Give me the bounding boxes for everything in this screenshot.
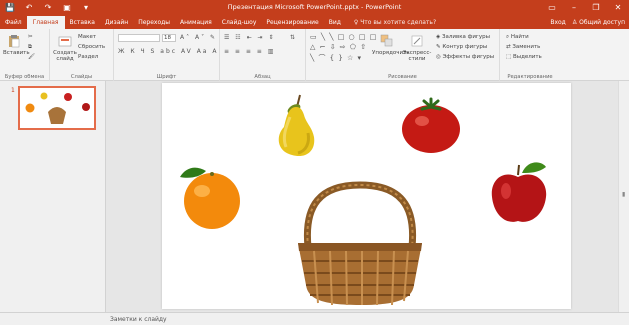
font-name-field[interactable] bbox=[118, 34, 160, 42]
close-button[interactable]: ✕ bbox=[607, 0, 629, 16]
shape-effects-button[interactable]: ◎ Эффекты фигуры bbox=[436, 54, 494, 60]
tab-animations[interactable]: Анимация bbox=[175, 16, 217, 29]
group-label: Редактирование bbox=[507, 74, 553, 80]
paste-button[interactable]: Вставить bbox=[3, 34, 30, 56]
slide-canvas[interactable] bbox=[162, 83, 571, 309]
group-label: Слайды bbox=[70, 74, 93, 80]
tab-review[interactable]: Рецензирование bbox=[261, 16, 323, 29]
group-label: Буфер обмена bbox=[4, 74, 45, 80]
arrange-button[interactable]: Упорядочить bbox=[372, 34, 410, 56]
pear-image[interactable] bbox=[270, 93, 322, 159]
font-grow-shrink-icons[interactable]: A˄ A˅ ✎ bbox=[180, 34, 217, 41]
reset-button[interactable]: Сбросить bbox=[78, 44, 105, 50]
tab-file[interactable]: Файл bbox=[0, 16, 27, 29]
group-label: Шрифт bbox=[156, 74, 177, 80]
window-controls: ▭ – ❐ ✕ bbox=[541, 0, 629, 16]
maximize-button[interactable]: ❐ bbox=[585, 0, 607, 16]
slide-thumbnails-pane: 1 bbox=[0, 81, 106, 312]
tab-design[interactable]: Дизайн bbox=[100, 16, 133, 29]
layout-button[interactable]: Макет bbox=[78, 34, 96, 40]
arrange-icon bbox=[380, 34, 393, 47]
sign-in-link[interactable]: Вход bbox=[550, 16, 566, 29]
scroll-thumb[interactable]: ▮ bbox=[622, 191, 627, 201]
paste-icon bbox=[9, 35, 20, 48]
notes-placeholder: Заметки к слайду bbox=[110, 316, 167, 323]
title-bar: 💾 ↶ ↷ ▣ ▾ Презентация Microsoft PowerPoi… bbox=[0, 0, 629, 16]
new-slide-button[interactable]: Создать слайд bbox=[53, 34, 77, 62]
find-button[interactable]: ⌕ Найти bbox=[506, 34, 529, 41]
thumbnail-preview bbox=[25, 92, 90, 124]
tab-home[interactable]: Главная bbox=[26, 16, 65, 29]
section-button[interactable]: Раздел bbox=[78, 54, 98, 60]
format-painter-icon[interactable]: 🖌 bbox=[28, 54, 35, 60]
group-font: 18 A˄ A˅ ✎ Ж К Ч S abc AV Aa A Шрифт bbox=[114, 29, 220, 81]
minimize-button[interactable]: – bbox=[563, 0, 585, 16]
group-slides: Создать слайд Макет Сбросить Раздел Слай… bbox=[50, 29, 114, 81]
select-button[interactable]: ⬚ Выделить bbox=[506, 54, 542, 60]
ribbon: Вставить ✂ ⧉ 🖌 Буфер обмена Создать слай… bbox=[0, 29, 629, 81]
new-slide-icon bbox=[58, 36, 72, 47]
group-label: Абзац bbox=[254, 74, 271, 80]
tab-transitions[interactable]: Переходы bbox=[133, 16, 175, 29]
font-style-buttons[interactable]: Ж К Ч S abc AV Aa A bbox=[118, 48, 219, 55]
group-editing: ⌕ Найти ⇄ Заменить ⬚ Выделить Редактиров… bbox=[500, 29, 560, 81]
apple-image[interactable] bbox=[488, 157, 550, 227]
group-label: Рисование bbox=[388, 74, 417, 80]
shapes-gallery-row2[interactable]: △ ⌐ ⇩ ⇨ ⬠ ⇧ bbox=[310, 43, 367, 51]
ribbon-display-options-icon[interactable]: ▭ bbox=[541, 0, 563, 16]
tab-insert[interactable]: Вставка bbox=[65, 16, 100, 29]
text-direction-icon[interactable]: ⇅ bbox=[290, 34, 297, 41]
tell-me-search[interactable]: ♀ Что вы хотите сделать? bbox=[346, 16, 436, 29]
quick-styles-icon bbox=[411, 35, 423, 47]
shape-fill-button[interactable]: ◈ Заливка фигуры bbox=[436, 34, 490, 40]
ribbon-tabs: Файл Главная Вставка Дизайн Переходы Ани… bbox=[0, 16, 629, 29]
orange-image[interactable] bbox=[176, 161, 242, 231]
font-size-field[interactable]: 18 bbox=[162, 34, 176, 42]
list-buttons[interactable]: ☰ ☷ ⇤ ⇥ ⇕ bbox=[224, 34, 275, 41]
cut-icon[interactable]: ✂ bbox=[28, 34, 33, 40]
group-drawing: ▭ ╲ ╲ □ ○ □ □ △ ⌐ ⇩ ⇨ ⬠ ⇧ ╲ ⌒ { } ☆ ▾ Уп… bbox=[306, 29, 500, 81]
shapes-gallery[interactable]: ▭ ╲ ╲ □ ○ □ □ bbox=[310, 33, 377, 41]
notes-pane[interactable]: Заметки к слайду bbox=[0, 312, 629, 325]
shapes-gallery-row3[interactable]: ╲ ⌒ { } ☆ ▾ bbox=[310, 53, 362, 63]
replace-button[interactable]: ⇄ Заменить bbox=[506, 44, 540, 50]
vertical-scrollbar[interactable]: ▮ bbox=[618, 81, 629, 312]
shape-outline-button[interactable]: ✎ Контур фигуры bbox=[436, 44, 487, 50]
workspace: 1 ▮ bbox=[0, 81, 629, 312]
tab-view[interactable]: Вид bbox=[324, 16, 346, 29]
slide-number: 1 bbox=[11, 87, 15, 94]
slide-thumbnail[interactable] bbox=[18, 86, 96, 130]
window-title: Презентация Microsoft PowerPoint.pptx - … bbox=[227, 3, 402, 11]
group-paragraph: ☰ ☷ ⇤ ⇥ ⇕ ≡ ≡ ≡ ≡ ▥ ⇅ Абзац bbox=[220, 29, 306, 81]
align-buttons[interactable]: ≡ ≡ ≡ ≡ ▥ bbox=[224, 48, 275, 55]
quick-styles-button[interactable]: Экспресс-стили bbox=[402, 34, 432, 62]
group-clipboard: Вставить ✂ ⧉ 🖌 Буфер обмена bbox=[0, 29, 50, 81]
tab-slideshow[interactable]: Слайд-шоу bbox=[217, 16, 262, 29]
basket-image[interactable] bbox=[294, 181, 426, 309]
share-button[interactable]: ♙ Общий доступ bbox=[572, 16, 625, 29]
tomato-image[interactable] bbox=[400, 95, 462, 155]
copy-icon[interactable]: ⧉ bbox=[28, 44, 32, 51]
